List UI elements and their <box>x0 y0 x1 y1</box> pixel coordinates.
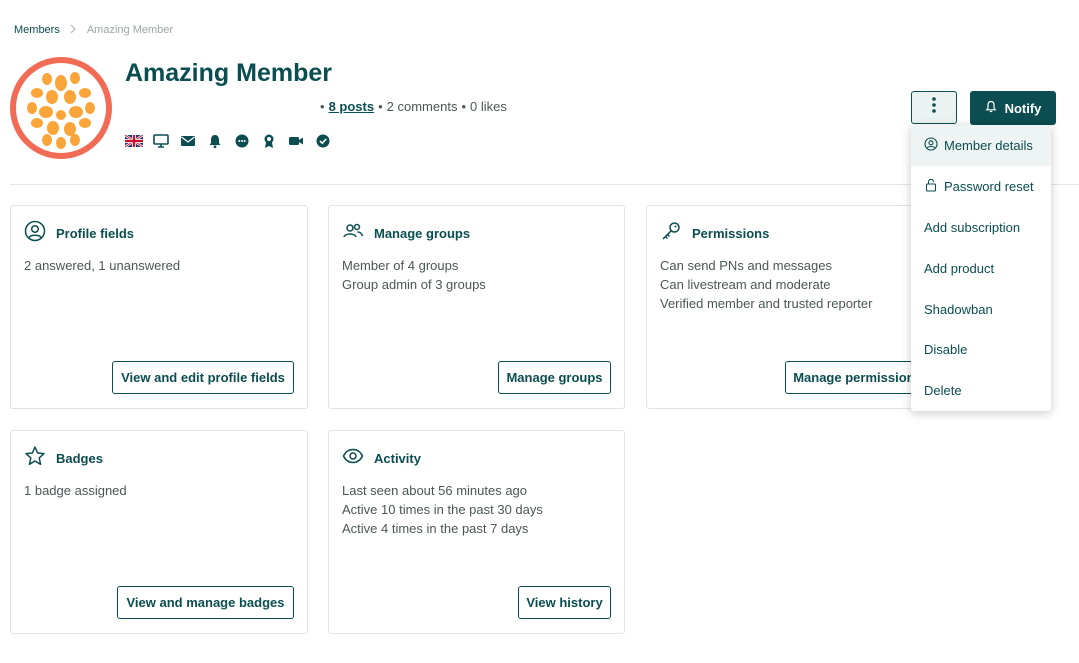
page-title: Amazing Member <box>125 59 332 87</box>
card-description: 1 badge assigned <box>24 481 127 500</box>
user-circle-icon <box>924 137 938 154</box>
lock-icon <box>924 178 938 195</box>
avatar <box>10 57 112 159</box>
kebab-vertical-icon <box>932 97 936 118</box>
stats-bullet: • <box>320 99 325 114</box>
menu-item-label: Add product <box>924 261 995 276</box>
user-circle-icon <box>24 220 46 247</box>
uk-flag-icon <box>125 135 143 147</box>
desktop-icon <box>152 133 170 149</box>
card-description: 2 answered, 1 unanswered <box>24 256 180 275</box>
menu-item-password-reset[interactable]: Password reset <box>911 166 1051 207</box>
activity-card: Activity Last seen about 56 minutes ago … <box>328 430 625 634</box>
bell-outline-icon <box>985 100 997 117</box>
card-title: Activity <box>374 451 421 466</box>
comments-count: 2 comments <box>386 99 458 114</box>
award-icon <box>260 133 278 149</box>
card-line: 1 badge assigned <box>24 483 127 498</box>
manage-groups-card: Manage groups Member of 4 groups Group a… <box>328 205 625 409</box>
star-icon <box>24 445 46 472</box>
profile-fields-card: Profile fields 2 answered, 1 unanswered … <box>10 205 308 409</box>
card-line: Member of 4 groups <box>342 258 459 273</box>
card-line: Can livestream and moderate <box>660 277 831 292</box>
bell-icon <box>206 133 224 149</box>
posts-link[interactable]: 8 posts <box>329 99 375 114</box>
chat-icon <box>233 133 251 149</box>
notify-label: Notify <box>1004 100 1042 116</box>
menu-item-label: Password reset <box>944 179 1034 194</box>
verified-check-icon <box>314 133 332 149</box>
member-stats: • 8 posts • 2 comments • 0 likes <box>320 99 507 114</box>
card-line: Active 10 times in the past 30 days <box>342 502 543 517</box>
menu-item-shadowban[interactable]: Shadowban <box>911 289 1051 330</box>
likes-count: 0 likes <box>470 99 507 114</box>
eye-icon <box>342 445 364 472</box>
card-line: 2 answered, 1 unanswered <box>24 258 181 273</box>
manage-permissions-button[interactable]: Manage permissions <box>785 361 930 394</box>
menu-item-add-subscription[interactable]: Add subscription <box>911 207 1051 248</box>
more-actions-menu: Member details Password reset Add subscr… <box>911 125 1051 411</box>
breadcrumb: Members Amazing Member <box>14 23 173 37</box>
card-title: Badges <box>56 451 103 466</box>
notify-button[interactable]: Notify <box>970 91 1056 125</box>
card-line: Group admin of 3 groups <box>342 277 486 292</box>
card-description: Member of 4 groups Group admin of 3 grou… <box>342 256 486 294</box>
mail-icon <box>179 133 197 149</box>
badges-card: Badges 1 badge assigned View and manage … <box>10 430 308 634</box>
card-title: Manage groups <box>374 226 471 241</box>
view-manage-badges-button[interactable]: View and manage badges <box>117 586 294 619</box>
menu-item-add-product[interactable]: Add product <box>911 248 1051 289</box>
card-title: Profile fields <box>56 226 135 241</box>
card-line: Can send PNs and messages <box>660 258 832 273</box>
card-description: Last seen about 56 minutes ago Active 10… <box>342 481 543 538</box>
menu-item-label: Disable <box>924 342 968 357</box>
menu-item-delete[interactable]: Delete <box>911 370 1051 411</box>
view-history-button[interactable]: View history <box>518 586 611 619</box>
breadcrumb-members-link[interactable]: Members <box>14 24 60 36</box>
menu-item-label: Member details <box>944 138 1033 153</box>
more-actions-button[interactable] <box>911 91 957 124</box>
key-icon <box>660 220 682 247</box>
video-icon <box>287 133 305 149</box>
card-title: Permissions <box>692 226 770 241</box>
menu-item-disable[interactable]: Disable <box>911 329 1051 370</box>
menu-item-label: Shadowban <box>924 302 993 317</box>
menu-item-label: Add subscription <box>924 220 1021 235</box>
card-line: Verified member and trusted reporter <box>660 296 873 311</box>
card-line: Last seen about 56 minutes ago <box>342 483 528 498</box>
menu-item-member-details[interactable]: Member details <box>911 125 1051 166</box>
manage-groups-button[interactable]: Manage groups <box>498 361 611 394</box>
menu-item-label: Delete <box>924 383 962 398</box>
stats-bullet: • <box>461 99 467 114</box>
users-icon <box>342 220 364 247</box>
view-edit-profile-fields-button[interactable]: View and edit profile fields <box>112 361 294 394</box>
status-icons <box>125 133 332 149</box>
permissions-card: Permissions Can send PNs and messages Ca… <box>646 205 943 409</box>
card-line: Active 4 times in the past 7 days <box>342 521 529 536</box>
card-description: Can send PNs and messages Can livestream… <box>660 256 872 313</box>
stats-bullet: • <box>378 99 383 114</box>
breadcrumb-current: Amazing Member <box>86 24 174 36</box>
chevron-right-icon <box>70 23 77 37</box>
